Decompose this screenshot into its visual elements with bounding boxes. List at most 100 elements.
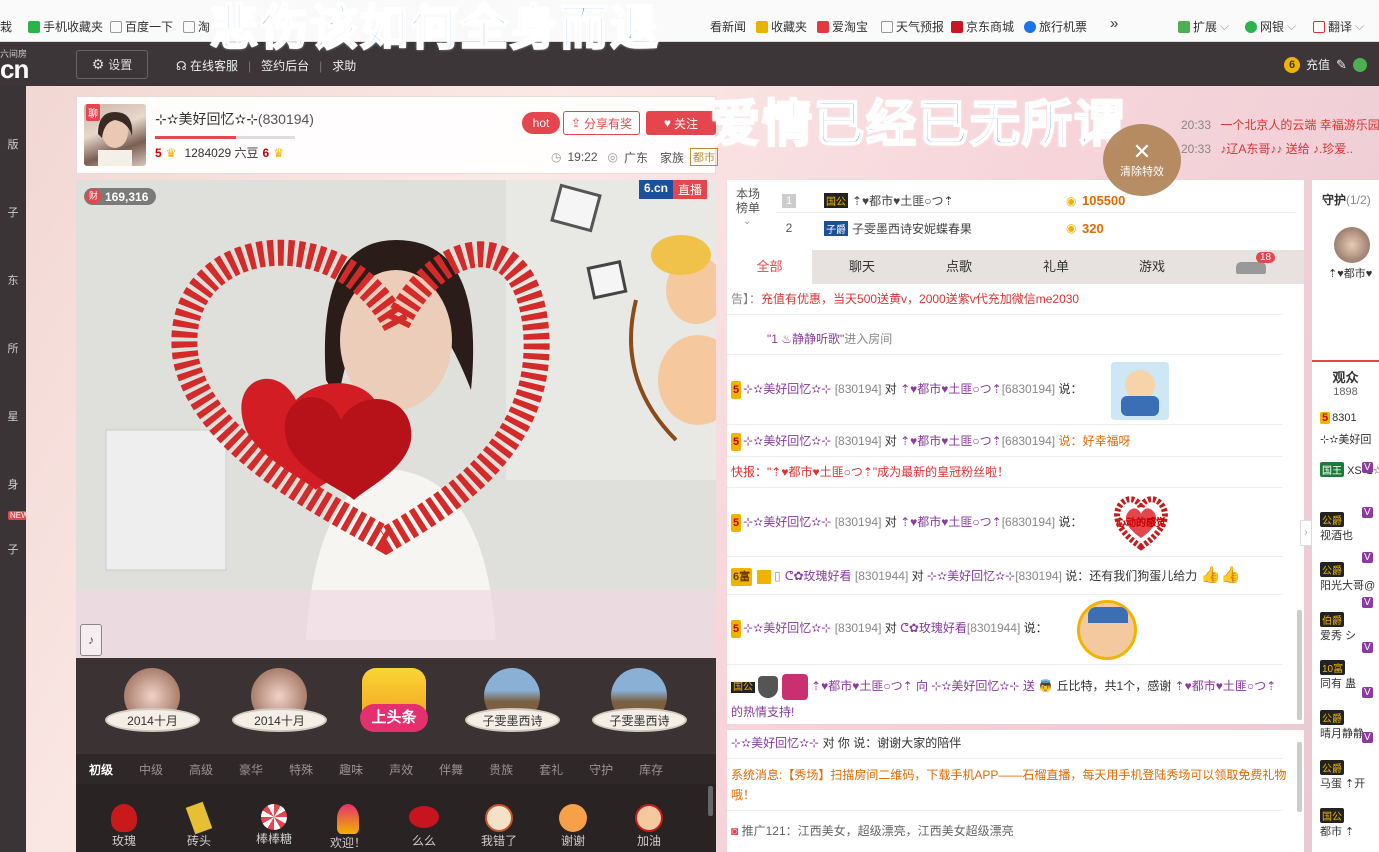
bookmark-jd[interactable]: 京东商城: [951, 18, 1014, 35]
chat-feed[interactable]: 告】：充值有优惠，当天500送黄v，2000送紫v代充加微信me2030 "1 …: [727, 284, 1304, 724]
gift-promo-2[interactable]: 2014十月: [232, 668, 327, 740]
bookmark-mobile[interactable]: 手机收藏夹: [28, 18, 103, 35]
rail-item[interactable]: 版: [0, 136, 26, 152]
chat-tab-all[interactable]: 全部: [727, 250, 812, 284]
gift-promo-1[interactable]: 2014十月: [105, 668, 200, 740]
gift-item[interactable]: 我错了: [479, 804, 519, 846]
check-icon[interactable]: [1352, 57, 1367, 72]
help-link[interactable]: 求助: [332, 57, 356, 74]
audience-item[interactable]: 10富 同有 蛊: [1320, 660, 1356, 691]
bookmark-tao[interactable]: 淘: [183, 18, 210, 35]
recharge-link[interactable]: 充值: [1306, 56, 1330, 73]
rail-item[interactable]: 东: [0, 272, 26, 288]
chat-scrollbar[interactable]: [1297, 610, 1302, 720]
gift-item[interactable]: 棒棒糖: [254, 804, 294, 844]
gift-item[interactable]: 谢谢: [553, 804, 593, 846]
audience-item-sub[interactable]: ⊹✫美好回: [1320, 431, 1371, 447]
gift-item[interactable]: 玫瑰: [104, 804, 144, 846]
gift-promo-5[interactable]: 子雯墨西诗: [592, 668, 687, 740]
bookmark-aitaobao[interactable]: 爱淘宝: [817, 18, 868, 35]
share-button[interactable]: ⇪ 分享有奖: [563, 111, 640, 135]
gift-tab-basic[interactable]: 初级: [76, 761, 127, 786]
extensions-button[interactable]: 扩展 ⌵: [1178, 18, 1229, 35]
gift-item[interactable]: 么么: [404, 804, 444, 846]
bookmark-favfolder[interactable]: 收藏夹: [756, 18, 807, 35]
audience-item[interactable]: 国公 都市 ⇡: [1320, 808, 1354, 839]
bookmarks-more-button[interactable]: »: [1110, 15, 1118, 32]
target-name[interactable]: ⊹✫美好回忆✫⊹: [927, 569, 1015, 583]
sender-name[interactable]: ⊹✫美好回忆✫⊹: [743, 621, 831, 635]
audience-item[interactable]: 公爵 视酒也: [1320, 512, 1353, 543]
user-name[interactable]: "1 ♨静静听歌": [767, 332, 844, 346]
gift-tab[interactable]: 贵族: [476, 761, 526, 778]
bookmark-baidu[interactable]: 百度一下: [110, 18, 173, 35]
settings-button[interactable]: ⚙ 设置: [76, 50, 148, 79]
online-service-link[interactable]: ☊ 在线客服: [176, 57, 238, 74]
sender-name[interactable]: ⊹✫美好回忆✫⊹: [743, 382, 831, 396]
gift-item[interactable]: 欢迎！: [328, 804, 368, 848]
rank-title[interactable]: 本场榜单: [731, 187, 765, 215]
follow-button[interactable]: ♥ 关注: [646, 111, 716, 135]
panel-collapse-icon[interactable]: ›: [1300, 520, 1312, 546]
gift-scrollbar[interactable]: [708, 786, 713, 816]
sender-name[interactable]: ⊹✫美好回忆✫⊹: [743, 434, 831, 448]
translate-button[interactable]: 翻译 ⌵: [1313, 18, 1364, 35]
gift-tab[interactable]: 声效: [376, 761, 426, 778]
gift-tab[interactable]: 守护: [576, 761, 626, 778]
bookmark-weather[interactable]: 天气预报: [881, 18, 944, 35]
bookmark-news[interactable]: 看新闻: [710, 18, 746, 35]
edit-icon[interactable]: ✎: [1336, 57, 1347, 73]
anchor-name[interactable]: ⊹✫美好回忆✫⊹: [155, 111, 258, 127]
target-name[interactable]: ⇡♥都市♥土匪○つ⇡: [900, 515, 1002, 529]
audience-item[interactable]: 5 8301: [1320, 412, 1357, 424]
rail-item[interactable]: 所: [0, 340, 26, 356]
gift-tab[interactable]: 伴舞: [426, 761, 476, 778]
private-chat-scrollbar[interactable]: [1297, 742, 1302, 812]
guard-name[interactable]: ⇡♥都市♥: [1328, 265, 1372, 281]
clear-effects-button[interactable]: ✕ 清除特效: [1103, 124, 1181, 196]
rank-row[interactable]: 2 子爵 子雯墨西诗安妮蝶春果 ◉ 320: [776, 216, 1296, 240]
car-icon[interactable]: [1236, 262, 1266, 274]
rank-row[interactable]: 1 国公 ⇡♥都市♥土匪○つ⇡ ◉ 105500: [776, 189, 1296, 213]
gift-item[interactable]: 加油: [629, 804, 669, 846]
target-name[interactable]: ᕦ✿玫瑰好看: [900, 621, 967, 635]
site-logo[interactable]: cn: [0, 54, 29, 85]
gift-tab[interactable]: 豪华: [226, 761, 276, 778]
audience-item[interactable]: 公爵 晴月静静: [1320, 710, 1364, 741]
audience-item[interactable]: 伯爵 爱秀 シ: [1320, 612, 1356, 643]
gift-tab[interactable]: 特殊: [276, 761, 326, 778]
chat-tab-gifts[interactable]: 礼单: [1024, 250, 1088, 284]
gift-promo-4[interactable]: 子雯墨西诗: [465, 668, 560, 740]
ticker-line-2[interactable]: 20:33 ♪辽A东哥♪♪ 送给 ♪.珍爱..: [1181, 140, 1353, 157]
gift-tab[interactable]: 库存: [626, 761, 676, 778]
bookmark-travel[interactable]: 旅行机票: [1024, 18, 1087, 35]
ticker-line-1[interactable]: 20:33 一个北京人的云端 幸福游乐园: [1181, 116, 1379, 133]
sender-name[interactable]: ⊹✫美好回忆✫⊹: [743, 515, 831, 529]
rail-item[interactable]: 星: [0, 408, 26, 424]
headline-button[interactable]: 上头条: [360, 668, 428, 746]
bank-button[interactable]: 网银 ⌵: [1245, 18, 1296, 35]
gift-item[interactable]: 砖头: [179, 801, 219, 846]
gift-tab[interactable]: 中级: [126, 761, 176, 778]
rail-item[interactable]: 身: [0, 476, 26, 492]
microphone-icon[interactable]: ♪: [80, 624, 102, 656]
chat-tab-songs[interactable]: 点歌: [927, 250, 991, 284]
sign-backend-link[interactable]: 签约后台: [261, 57, 309, 74]
gift-tab[interactable]: 趣味: [326, 761, 376, 778]
private-chat[interactable]: ⊹✫美好回忆✫⊹ 对 你 说：谢谢大家的陪伴 系统消息:【秀场】扫描房间二维码，…: [727, 730, 1304, 852]
gift-tab[interactable]: 套礼: [526, 761, 576, 778]
chat-tab-chat[interactable]: 聊天: [830, 250, 894, 284]
target-name[interactable]: ⇡♥都市♥土匪○つ⇡: [900, 434, 1002, 448]
target-name[interactable]: ⇡♥都市♥土匪○つ⇡: [900, 382, 1002, 396]
rail-item[interactable]: 子: [0, 204, 26, 220]
chevron-down-icon[interactable]: ⌄: [743, 216, 751, 227]
gift-tab[interactable]: 高级: [176, 761, 226, 778]
audience-item[interactable]: 公爵 马蛋 ⇡开: [1320, 760, 1365, 791]
rail-item[interactable]: 子: [0, 541, 26, 557]
bookmark-0[interactable]: 栽: [0, 18, 12, 35]
sender-name[interactable]: ᕦ✿玫瑰好看: [785, 569, 852, 583]
chat-tab-games[interactable]: 游戏: [1120, 250, 1184, 284]
live-video[interactable]: [76, 180, 716, 658]
sender-name[interactable]: ⊹✫美好回忆✫⊹: [731, 736, 819, 750]
guard-avatar[interactable]: [1334, 227, 1370, 263]
